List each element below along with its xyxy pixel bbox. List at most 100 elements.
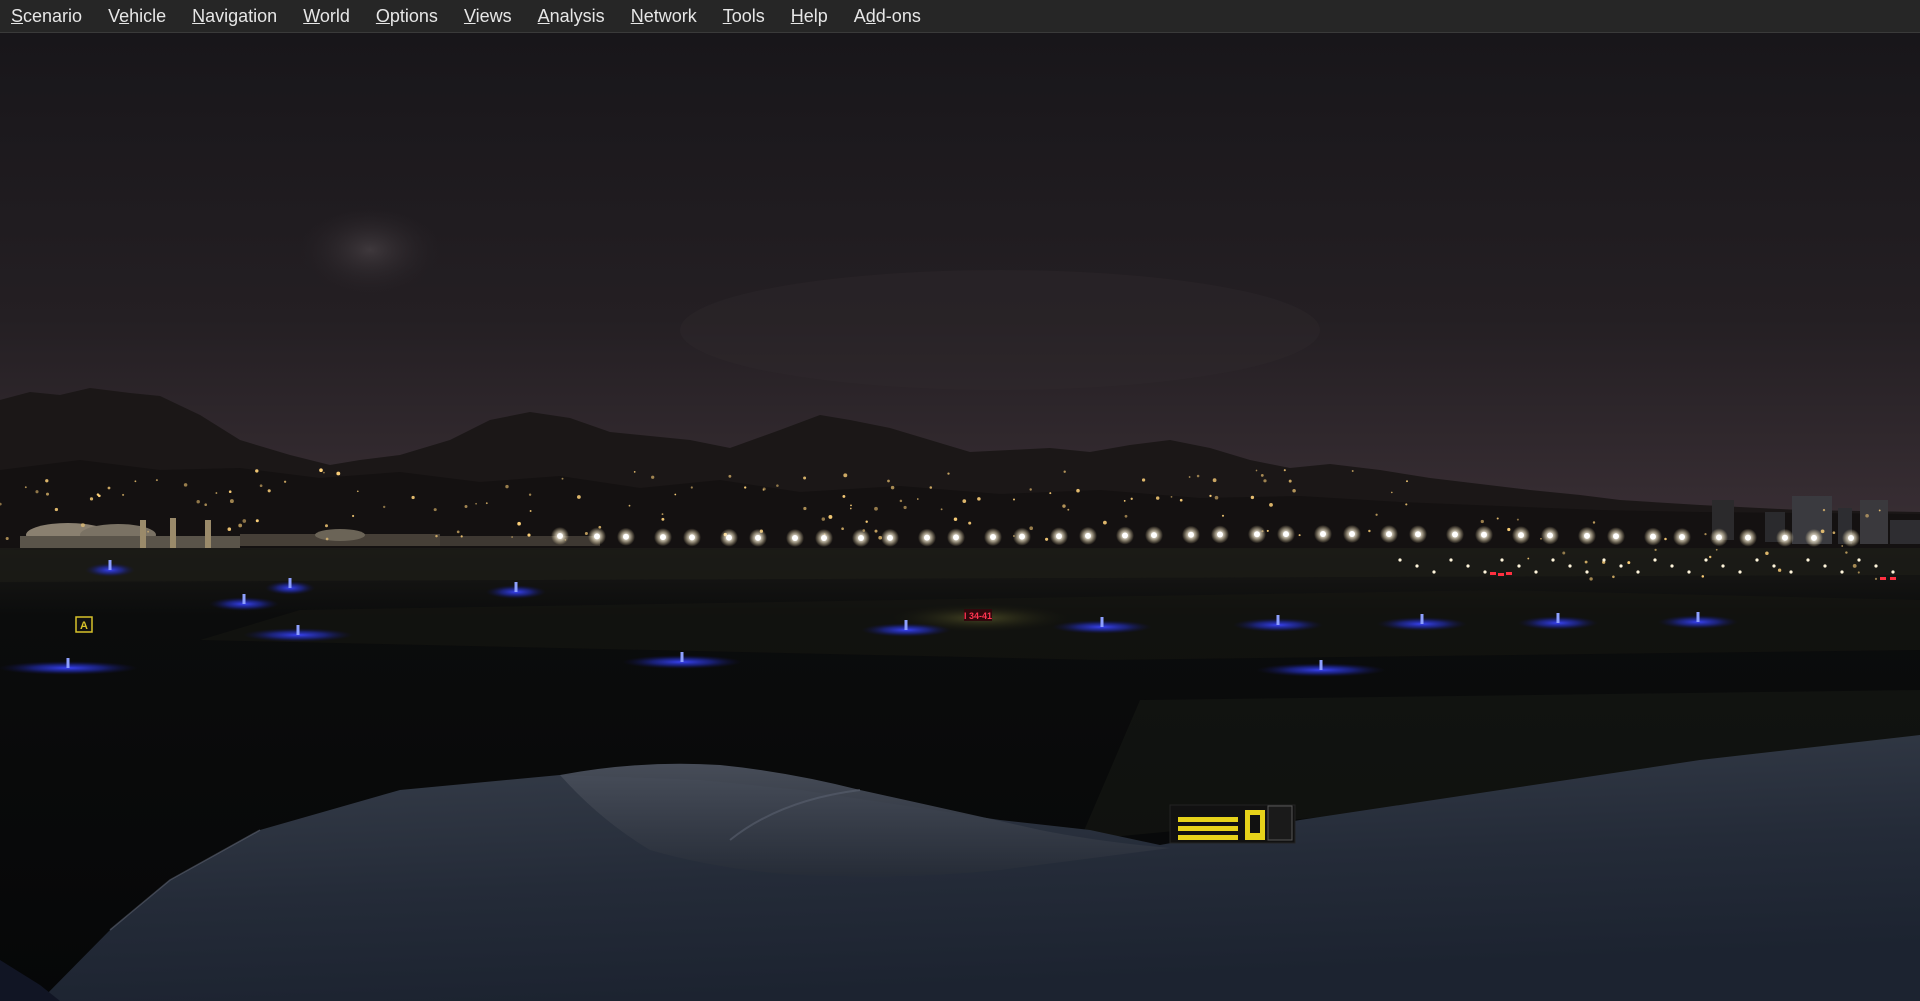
3d-viewport[interactable]: A I 34-41 (0, 32, 1920, 1001)
menu-help[interactable]: Help (778, 0, 841, 32)
runway-light-far (1432, 570, 1436, 574)
city-light (887, 479, 890, 483)
city-light (953, 517, 958, 521)
city-light (803, 476, 807, 480)
menu-options[interactable]: Options (363, 0, 451, 32)
city-light (204, 503, 207, 507)
taxiway-light (1100, 617, 1104, 627)
city-light (1584, 560, 1588, 564)
city-light (1715, 548, 1718, 551)
menu-tools[interactable]: Tools (710, 0, 778, 32)
city-light (35, 490, 39, 494)
city-light (485, 502, 488, 505)
menu-network[interactable]: Network (618, 0, 710, 32)
runway-light (1188, 531, 1194, 538)
runway-light (1056, 533, 1062, 540)
city-light (1292, 488, 1296, 493)
city-light (528, 493, 532, 496)
city-light (259, 484, 263, 488)
city-light (529, 510, 532, 512)
city-light (336, 471, 341, 476)
city-light (940, 508, 943, 511)
city-light (1298, 534, 1301, 537)
menu-vehicle-mnemonic: e (119, 6, 130, 26)
runway-light (953, 534, 959, 541)
menu-tools-label: ools (731, 6, 765, 26)
city-light (1049, 492, 1052, 495)
runway-light (689, 534, 695, 541)
runway-light (726, 534, 732, 541)
city-light (215, 492, 218, 494)
runway-light (1518, 532, 1524, 539)
city-light (1390, 491, 1393, 494)
menu-navigation[interactable]: Navigation (179, 0, 290, 32)
city-light (323, 471, 325, 474)
city-light (238, 523, 243, 528)
taxiway-light (296, 625, 300, 635)
city-light (1214, 495, 1219, 500)
city-light (1480, 519, 1484, 524)
taxiway-light (66, 658, 70, 668)
runway-light (1481, 531, 1487, 538)
taxiway-light (1420, 614, 1424, 624)
menu-analysis[interactable]: Analysis (525, 0, 618, 32)
menu-vehicle[interactable]: Vehicle (95, 0, 179, 32)
runway-light-far (1534, 570, 1538, 574)
menu-navigation-label: avigation (205, 6, 278, 26)
city-light (1076, 488, 1080, 493)
city-light (1562, 551, 1566, 555)
city-light (319, 468, 323, 473)
city-light (1013, 498, 1015, 501)
runway-light-far (1619, 564, 1623, 568)
runway-light (623, 533, 629, 540)
city-light (1627, 561, 1631, 565)
city-light (1405, 503, 1408, 506)
city-light (890, 485, 895, 490)
runway-red-light (1890, 577, 1896, 580)
city-light (411, 495, 415, 500)
runway-light-far (1517, 564, 1521, 568)
city-light (1375, 513, 1378, 516)
menu-navigation-mnemonic: N (192, 6, 206, 26)
taxiway-light (108, 560, 112, 570)
runway-light (1452, 531, 1458, 538)
taxiway-sign-a: A (75, 616, 93, 633)
runway-light-far (1568, 564, 1572, 568)
city-light (968, 521, 972, 525)
city-light (1841, 545, 1844, 547)
runway-light-far (1823, 564, 1827, 568)
runway-light-far (1500, 558, 1504, 562)
city-light (1266, 529, 1269, 532)
city-light (1708, 555, 1712, 559)
city-light (1179, 498, 1183, 502)
runway-light-far (1636, 570, 1640, 574)
city-light (1188, 476, 1191, 478)
runway-light-far (1398, 558, 1402, 562)
city-light (841, 527, 844, 531)
city-light (325, 537, 329, 541)
runway-light-far (1840, 570, 1844, 574)
menu-views[interactable]: Views (451, 0, 525, 32)
city-light (1269, 503, 1273, 507)
runway-light-far (1704, 558, 1708, 562)
runway-light-far (1874, 564, 1878, 568)
runway-light-far (1789, 570, 1793, 574)
simulator-window[interactable]: Scenario Vehicle Navigation World Option… (0, 0, 1920, 1001)
menu-scenario[interactable]: Scenario (0, 0, 95, 32)
runway-light (1283, 531, 1289, 538)
taxiway-light (514, 582, 518, 592)
runway-light (1085, 532, 1091, 539)
city-light (134, 480, 137, 483)
city-light (517, 521, 521, 526)
city-light (511, 536, 513, 538)
menu-world[interactable]: World (290, 0, 363, 32)
city-light (96, 493, 100, 496)
runway-light (990, 534, 996, 541)
city-light (561, 477, 564, 480)
runway-light (1415, 531, 1421, 538)
runway-light-far (1687, 570, 1691, 574)
runway-light-far (1415, 564, 1419, 568)
runway-red-light (1880, 577, 1886, 580)
menu-addons[interactable]: Add-ons (841, 0, 934, 32)
city-light (1704, 533, 1707, 536)
